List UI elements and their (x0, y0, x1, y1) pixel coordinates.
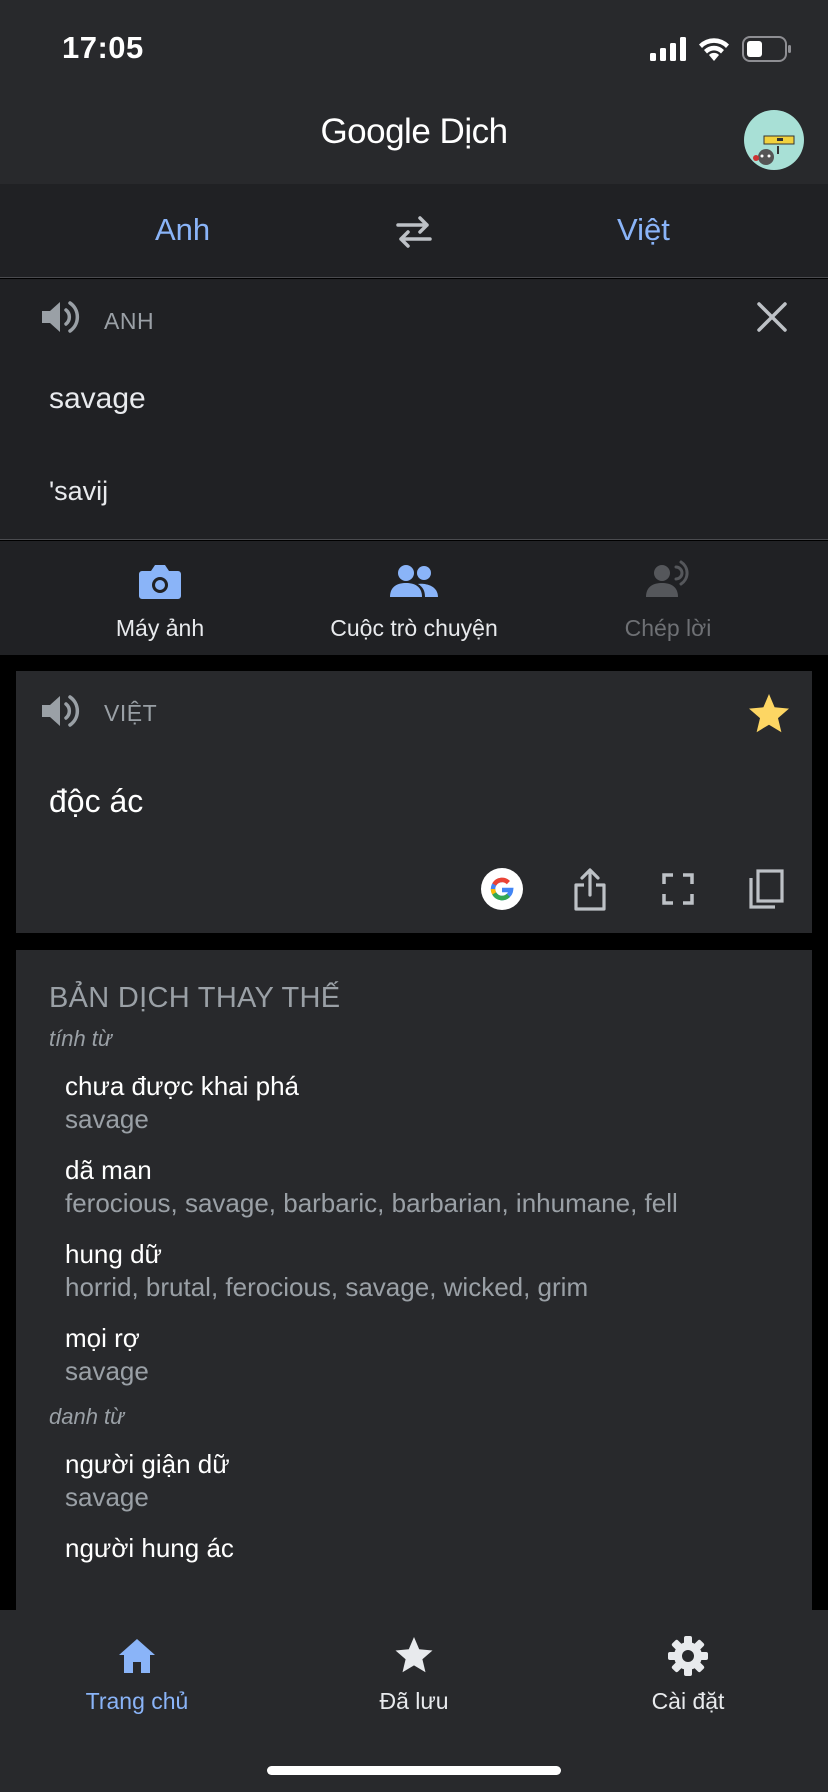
transcribe-label: Chép lời (624, 615, 712, 641)
translation-result-card: VIỆT độc ác (16, 671, 812, 933)
conversation-icon (390, 565, 438, 597)
nav-settings-label: Cài đặt (651, 1688, 725, 1714)
nav-saved-label: Đã lưu (379, 1688, 449, 1714)
alternative-entry[interactable]: dã man ferocious, savage, barbaric, barb… (16, 1154, 812, 1220)
alternative-entry[interactable]: người hung ác (16, 1532, 812, 1564)
part-of-speech-label: danh từ (49, 1404, 125, 1429)
alternative-word: người giận dữ (65, 1449, 230, 1479)
alternative-entry[interactable]: người giận dữ savage (16, 1448, 812, 1514)
app-header: Google Dịch (0, 96, 828, 184)
copy-button[interactable] (744, 867, 788, 911)
fullscreen-button[interactable] (656, 867, 700, 911)
nav-home[interactable]: Trang chủ (7, 1634, 267, 1715)
input-text[interactable]: savage (49, 382, 146, 416)
conversation-button[interactable]: Cuộc trò chuyện (284, 557, 544, 642)
input-language-label: ANH (104, 308, 155, 334)
part-of-speech-label: tính từ (49, 1026, 112, 1051)
alternative-word: hung dữ (65, 1239, 162, 1269)
alternative-word: người hung ác (65, 1533, 234, 1563)
share-button[interactable] (568, 867, 612, 911)
battery-icon (742, 36, 791, 62)
target-language-button[interactable]: Việt (617, 212, 670, 248)
avatar-image-icon (753, 135, 795, 165)
speaker-icon[interactable] (40, 691, 80, 731)
nav-saved[interactable]: Đã lưu (284, 1634, 544, 1715)
camera-button[interactable]: Máy ảnh (30, 557, 290, 642)
alternative-entry[interactable]: hung dữ horrid, brutal, ferocious, savag… (16, 1238, 812, 1304)
avatar[interactable] (744, 110, 804, 170)
app-title-brand: Google (320, 112, 431, 151)
share-icon (574, 868, 606, 911)
alternative-word: mọi rợ (65, 1323, 140, 1353)
star-filled-icon[interactable] (746, 691, 792, 737)
alternative-sources: horrid, brutal, ferocious, savage, wicke… (65, 1272, 589, 1302)
google-search-button[interactable] (480, 867, 524, 911)
copy-icon (749, 869, 784, 909)
alternative-entry[interactable]: chưa được khai phá savage (16, 1070, 812, 1136)
alternative-translations-list: tính từ chưa được khai phá savage dã man… (16, 1026, 812, 1564)
translation-text: độc ác (49, 783, 144, 819)
speaker-icon[interactable] (40, 297, 80, 337)
google-logo-icon (481, 868, 523, 910)
alternative-sources: savage (65, 1104, 149, 1134)
alternative-translations-title: BẢN DỊCH THAY THẾ (49, 982, 341, 1014)
conversation-label: Cuộc trò chuyện (330, 615, 498, 641)
star-icon (395, 1637, 433, 1673)
source-language-button[interactable]: Anh (155, 212, 210, 248)
transliteration: 'savij (49, 476, 109, 506)
nav-settings[interactable]: Cài đặt (558, 1634, 818, 1715)
bottom-navigation: Trang chủ Đã lưu Cài đặt (0, 1610, 828, 1792)
alternative-translations-card: BẢN DỊCH THAY THẾ tính từ chưa được khai… (16, 950, 812, 1610)
camera-icon (139, 565, 181, 599)
fullscreen-icon (662, 873, 694, 905)
status-bar: 17:05 (0, 0, 828, 96)
input-tools-bar: Máy ảnh Cuộc trò chuyện Chép lời (0, 541, 828, 655)
alternative-sources: savage (65, 1356, 149, 1386)
result-language-label: VIỆT (104, 700, 158, 726)
swap-languages-icon[interactable] (394, 214, 434, 250)
language-bar: Anh Việt (0, 184, 828, 278)
alternative-word: chưa được khai phá (65, 1071, 299, 1101)
transcribe-icon (646, 560, 689, 597)
wifi-icon (699, 38, 729, 61)
alternative-word: dã man (65, 1155, 152, 1185)
status-time: 17:05 (62, 30, 144, 65)
alternative-sources: ferocious, savage, barbaric, barbarian, … (65, 1188, 678, 1218)
alternative-entry[interactable]: mọi rợ savage (16, 1322, 812, 1388)
gear-icon (668, 1636, 708, 1676)
close-icon[interactable] (756, 301, 788, 333)
alternative-sources: savage (65, 1482, 149, 1512)
cellular-signal-icon (650, 37, 686, 61)
camera-label: Máy ảnh (115, 615, 205, 641)
app-title: Google Dịch (0, 112, 828, 152)
result-actions (480, 864, 788, 914)
nav-home-label: Trang chủ (85, 1688, 189, 1714)
status-icons (650, 34, 792, 64)
home-icon (119, 1639, 155, 1673)
app-title-product: Dịch (430, 112, 509, 151)
input-card: ANH savage 'savij (0, 279, 828, 540)
home-indicator[interactable] (267, 1766, 561, 1775)
transcribe-button[interactable]: Chép lời (538, 557, 798, 642)
